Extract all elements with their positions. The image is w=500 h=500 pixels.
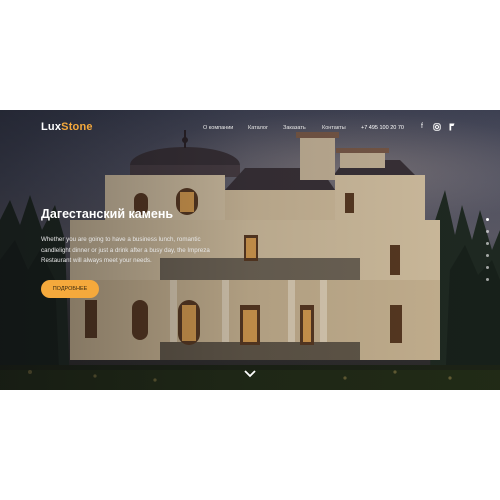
facebook-icon[interactable]: f bbox=[418, 123, 426, 131]
instagram-icon[interactable] bbox=[433, 123, 441, 131]
slider-pagination bbox=[486, 218, 490, 290]
slider-dot[interactable] bbox=[486, 266, 489, 269]
chevron-down-icon[interactable] bbox=[243, 369, 257, 379]
nav-link-about[interactable]: О компании bbox=[203, 125, 233, 131]
hero-description: Whether you are going to have a business… bbox=[41, 236, 210, 264]
nav-link-order[interactable]: Заказать bbox=[283, 125, 306, 131]
slider-dot[interactable] bbox=[486, 242, 489, 245]
more-details-button[interactable]: ПОДРОБНЕЕ bbox=[41, 280, 99, 298]
hero-section: LuxStone О компании Каталог Заказать Кон… bbox=[0, 110, 500, 390]
phone-number[interactable]: +7 495 100 20 70 bbox=[361, 125, 404, 131]
slider-dot[interactable] bbox=[486, 218, 489, 221]
logo-part-2: Stone bbox=[61, 121, 93, 133]
nav-link-contacts[interactable]: Контакты bbox=[322, 125, 346, 131]
slider-dot[interactable] bbox=[486, 278, 489, 281]
logo-part-1: Lux bbox=[41, 121, 62, 133]
hero-title: Дагестанский камень bbox=[41, 207, 174, 221]
nav-link-catalog[interactable]: Каталог bbox=[248, 125, 268, 131]
slider-dot[interactable] bbox=[486, 230, 489, 233]
top-navigation: LuxStone О компании Каталог Заказать Кон… bbox=[0, 110, 500, 146]
slider-dot[interactable] bbox=[486, 254, 489, 257]
foursquare-icon[interactable] bbox=[448, 123, 456, 131]
logo[interactable]: LuxStone bbox=[41, 121, 93, 133]
